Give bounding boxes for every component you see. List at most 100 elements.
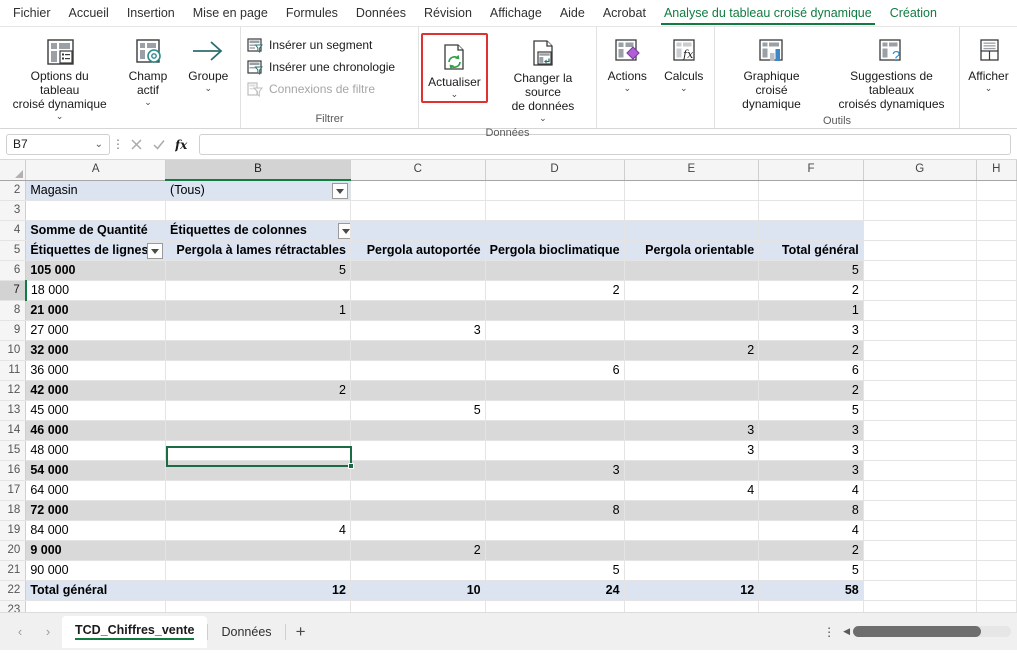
cell-e19[interactable]	[624, 520, 760, 541]
cell-e11[interactable]	[624, 360, 760, 381]
filter-dropdown-icon[interactable]	[331, 183, 348, 199]
cell-b5-col-1[interactable]: Pergola à lames rétractables	[165, 240, 351, 261]
horizontal-scroll-thumb[interactable]	[853, 626, 981, 637]
ribbon-tab-aide[interactable]: Aide	[551, 1, 594, 26]
cell-d2[interactable]	[485, 180, 625, 201]
cell-e18[interactable]	[624, 500, 760, 521]
column-header-c[interactable]: C	[350, 160, 486, 181]
vertical-dots-icon[interactable]: ⋮	[822, 625, 836, 639]
chevron-left-icon[interactable]: ‹	[6, 619, 34, 645]
horizontal-scrollbar[interactable]: ◀	[840, 626, 1011, 637]
cell-g15[interactable]	[863, 440, 977, 461]
row-header-19[interactable]: 19	[0, 520, 27, 541]
cell-e17[interactable]: 4	[624, 480, 760, 501]
cell-a5-row-labels[interactable]: Étiquettes de lignes	[25, 240, 167, 261]
cell-c2[interactable]	[350, 180, 486, 201]
cell-g18[interactable]	[863, 500, 977, 521]
cell-a20-label[interactable]: 9 000	[25, 540, 167, 561]
cell-f22-total[interactable]: 58	[758, 580, 864, 601]
insert-timeline-button[interactable]: Insérer une chronologie	[243, 56, 401, 78]
cell-d8[interactable]	[485, 300, 625, 321]
cell-c8[interactable]	[350, 300, 486, 321]
cell-g21[interactable]	[863, 560, 977, 581]
cell-h3[interactable]	[976, 200, 1017, 221]
cell-d16[interactable]: 3	[485, 460, 625, 481]
chevron-down-icon[interactable]: ⌄	[95, 139, 103, 150]
insert-slicer-button[interactable]: Insérer un segment	[243, 34, 401, 56]
cell-d14[interactable]	[485, 420, 625, 441]
recommended-pivot-button[interactable]: ? Suggestions de tableaux croisés dynami…	[829, 31, 955, 114]
cell-a6-label[interactable]: 105 000	[25, 260, 167, 281]
cell-c6[interactable]	[350, 260, 486, 281]
cell-h5[interactable]	[976, 240, 1017, 261]
cell-a16-label[interactable]: 54 000	[25, 460, 167, 481]
cell-e8[interactable]	[624, 300, 760, 321]
cell-b4-column-labels[interactable]: Étiquettes de colonnes	[165, 220, 351, 241]
cell-a21-label[interactable]: 90 000	[25, 560, 167, 581]
row-header-13[interactable]: 13	[0, 400, 27, 421]
cell-e21[interactable]	[624, 560, 760, 581]
cell-e23[interactable]	[624, 600, 760, 612]
chevron-down-icon[interactable]: ⌄	[680, 84, 688, 93]
cell-g12[interactable]	[863, 380, 977, 401]
cell-g6[interactable]	[863, 260, 977, 281]
pivotchart-button[interactable]: Graphique croisé dynamique	[720, 31, 824, 114]
select-all-corner[interactable]	[0, 160, 27, 181]
cell-c23[interactable]	[350, 600, 486, 612]
row-header-14[interactable]: 14	[0, 420, 27, 441]
cell-g23[interactable]	[863, 600, 977, 612]
calculations-button[interactable]: fx Calculs ⌄	[657, 31, 711, 96]
ribbon-tab-insertion[interactable]: Insertion	[118, 1, 184, 26]
cell-h7[interactable]	[976, 280, 1017, 301]
cell-f18[interactable]: 8	[758, 500, 864, 521]
cell-e9[interactable]	[624, 320, 760, 341]
cell-f13[interactable]: 5	[758, 400, 864, 421]
cell-b11[interactable]	[165, 360, 351, 381]
cell-e2[interactable]	[624, 180, 760, 201]
cell-h20[interactable]	[976, 540, 1017, 561]
cell-g14[interactable]	[863, 420, 977, 441]
row-header-8[interactable]: 8	[0, 300, 27, 321]
sheet-tab-tcd-chiffres-vente[interactable]: TCD_Chiffres_vente	[62, 615, 208, 648]
cell-f12[interactable]: 2	[758, 380, 864, 401]
scroll-left-arrow-icon[interactable]: ◀	[840, 626, 853, 637]
row-header-16[interactable]: 16	[0, 460, 27, 481]
cell-e7[interactable]	[624, 280, 760, 301]
column-header-d[interactable]: D	[485, 160, 625, 181]
cell-h22[interactable]	[976, 580, 1017, 601]
cell-e14[interactable]: 3	[624, 420, 760, 441]
cell-h4[interactable]	[976, 220, 1017, 241]
cell-b10[interactable]	[165, 340, 351, 361]
cell-d21[interactable]: 5	[485, 560, 625, 581]
cell-a8-label[interactable]: 21 000	[25, 300, 167, 321]
chevron-right-icon[interactable]: ›	[34, 619, 62, 645]
cell-f9[interactable]: 3	[758, 320, 864, 341]
cell-g19[interactable]	[863, 520, 977, 541]
cell-c12[interactable]	[350, 380, 486, 401]
cell-a14-label[interactable]: 46 000	[25, 420, 167, 441]
cell-a23[interactable]	[25, 600, 167, 612]
cell-b13[interactable]	[165, 400, 351, 421]
cell-a19-label[interactable]: 84 000	[25, 520, 167, 541]
cell-a17-label[interactable]: 64 000	[25, 480, 167, 501]
cell-c14[interactable]	[350, 420, 486, 441]
chevron-down-icon[interactable]: ⌄	[985, 84, 993, 93]
cell-d3[interactable]	[485, 200, 625, 221]
cell-b8[interactable]: 1	[165, 300, 351, 321]
chevron-down-icon[interactable]: ⌄	[205, 84, 213, 93]
cell-d19[interactable]	[485, 520, 625, 541]
cell-c18[interactable]	[350, 500, 486, 521]
cell-c7[interactable]	[350, 280, 486, 301]
ribbon-tab-formules[interactable]: Formules	[277, 1, 347, 26]
column-header-a[interactable]: A	[25, 160, 167, 181]
cell-f14[interactable]: 3	[758, 420, 864, 441]
chevron-down-icon[interactable]: ⌄	[144, 98, 152, 107]
row-header-4[interactable]: 4	[0, 220, 27, 241]
row-header-10[interactable]: 10	[0, 340, 27, 361]
cell-c20[interactable]: 2	[350, 540, 486, 561]
cell-b6[interactable]: 5	[165, 260, 351, 281]
cell-g20[interactable]	[863, 540, 977, 561]
ribbon-tab-creation[interactable]: Création	[881, 1, 946, 26]
cell-d11[interactable]: 6	[485, 360, 625, 381]
ribbon-tab-analyse-tcd[interactable]: Analyse du tableau croisé dynamique	[655, 1, 881, 26]
